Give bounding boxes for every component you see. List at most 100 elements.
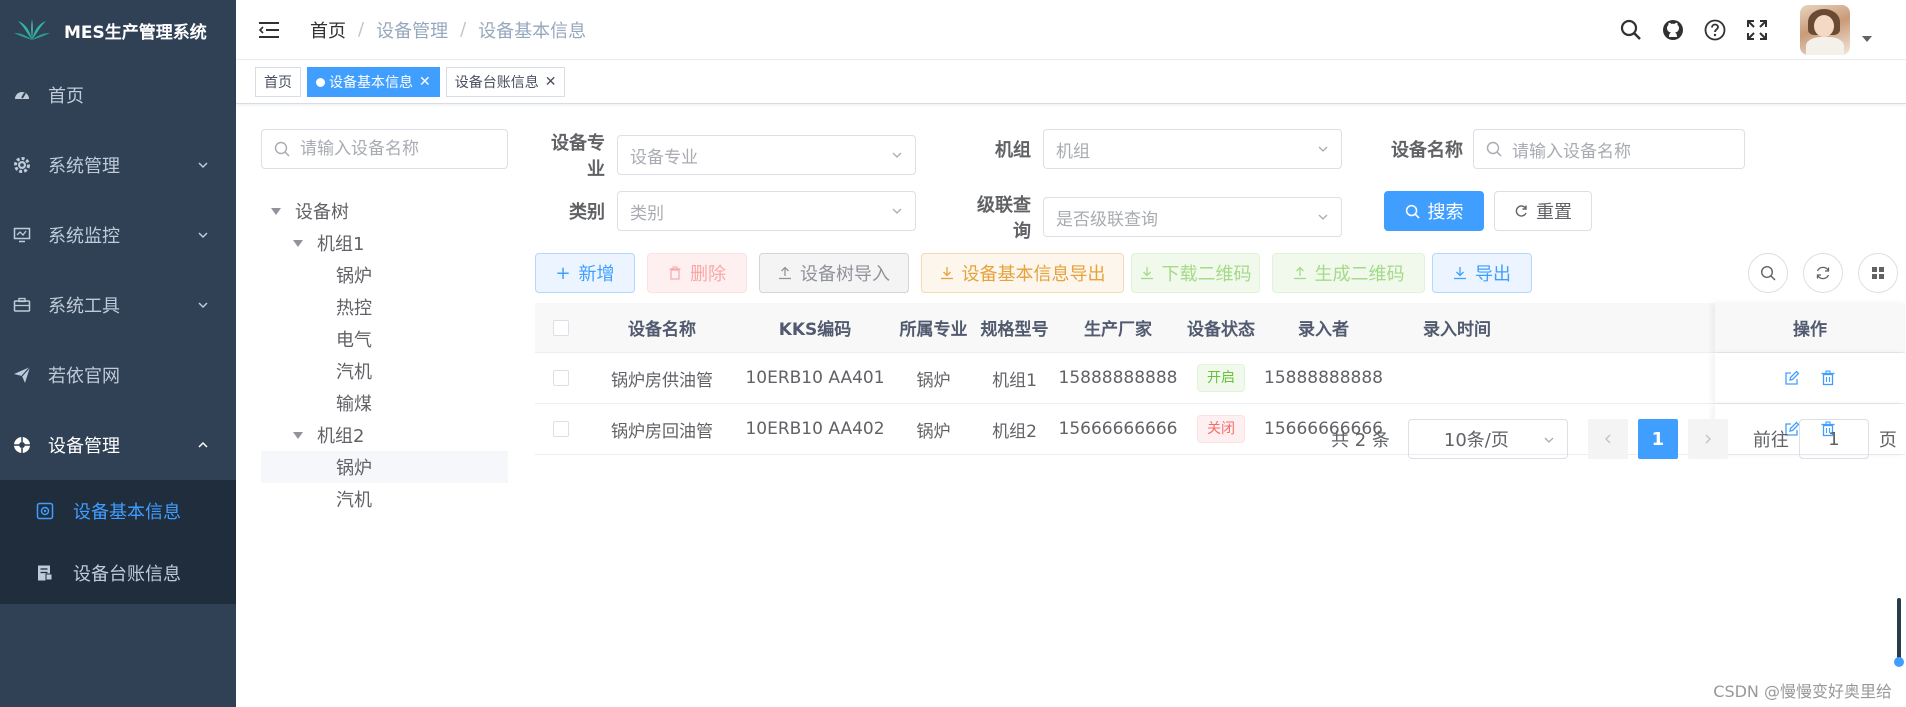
columns-button[interactable] [1858, 253, 1898, 293]
export-basic-info-button[interactable]: 设备基本信息导出 [921, 253, 1124, 293]
tree-import-button[interactable]: 设备树导入 [759, 253, 909, 293]
download-qrcode-button[interactable]: 下载二维码 [1131, 253, 1260, 293]
tag-device-ledger[interactable]: 设备台账信息 ✕ [445, 67, 566, 97]
caret-down-icon[interactable] [1862, 36, 1872, 42]
tree-node-label: 输煤 [336, 394, 372, 415]
goto-page-input[interactable]: 1 [1798, 419, 1869, 459]
delete-button[interactable]: 删除 [647, 253, 747, 293]
chevron-down-icon [1544, 437, 1554, 443]
specialty-label: 设备专业 [551, 133, 605, 180]
right-menu [1618, 0, 1906, 60]
specialty-select[interactable]: 设备专业 [617, 135, 916, 175]
tree-node-leaf[interactable]: 汽机 [261, 483, 508, 515]
toolbox-icon [12, 295, 32, 315]
table-row[interactable]: 锅炉房供油管 10ERB10 AA401 锅炉 机组1 15888888888 … [535, 353, 1905, 404]
cell-model: 机组1 [992, 370, 1037, 391]
fullscreen-icon[interactable] [1744, 17, 1770, 43]
expand-caret-icon[interactable] [293, 431, 303, 439]
cell-kks: 10ERB10 AA401 [745, 368, 885, 388]
sidebar-item-equipment[interactable]: 设备管理 [0, 410, 236, 480]
tree-node-leaf[interactable]: 热控 [261, 291, 508, 323]
tree-node-leaf[interactable]: 电气 [261, 323, 508, 355]
chevron-down-icon [892, 208, 902, 214]
scrollbar-thumb[interactable] [1892, 598, 1906, 668]
sidebar-item-home[interactable]: 首页 [0, 60, 236, 130]
github-icon[interactable] [1660, 17, 1686, 43]
page-size-select[interactable]: 10条/页 [1407, 419, 1568, 459]
breadcrumb-separator: / [358, 19, 365, 40]
filter-actions: 搜索 重置 [1384, 191, 1592, 231]
tree-node-leaf-selected[interactable]: 锅炉 [261, 451, 508, 483]
unit-select[interactable]: 机组 [1043, 129, 1342, 169]
search-icon [1405, 204, 1420, 219]
row-checkbox[interactable] [553, 421, 569, 437]
refresh-button[interactable] [1803, 253, 1843, 293]
row-select-cell [535, 370, 587, 386]
gear-icon [12, 155, 32, 175]
sidebar-item-device-basic-info[interactable]: 设备基本信息 [0, 480, 236, 542]
next-page-button[interactable] [1687, 419, 1728, 459]
tree-node-root[interactable]: 设备树 [261, 195, 508, 227]
cascade-select[interactable]: 是否级联查询 [1043, 197, 1342, 237]
col-header: 规格型号 [980, 320, 1049, 340]
sidebar-item-system-monitor[interactable]: 系统监控 [0, 200, 236, 270]
tree-node-group2[interactable]: 机组2 [261, 419, 508, 451]
tree-node-label: 热控 [336, 298, 372, 319]
monitor-icon [12, 225, 32, 245]
close-icon[interactable]: ✕ [419, 74, 431, 90]
logo[interactable]: MES生产管理系统 [0, 0, 236, 60]
prev-page-button[interactable] [1587, 419, 1628, 459]
equipment-submenu: 设备基本信息 设备台账信息 [0, 480, 236, 604]
filter-category: 类别 类别 [535, 191, 916, 231]
sidebar: MES生产管理系统 首页 系统管理 系统监控 系统工具 若依官网 设备管理 设备… [0, 0, 236, 707]
breadcrumb: 首页 / 设备管理 / 设备基本信息 [310, 17, 586, 43]
sidebar-item-device-ledger[interactable]: 设备台账信息 [0, 542, 236, 604]
hamburger-icon[interactable] [258, 19, 280, 41]
tag-device-basic-info[interactable]: 设备基本信息 ✕ [307, 67, 440, 97]
name-input[interactable]: 请输入设备名称 [1473, 129, 1745, 169]
tree-node-leaf[interactable]: 汽机 [261, 355, 508, 387]
tree-search-input-wrapper[interactable] [261, 129, 508, 169]
filter-unit: 机组 机组 [961, 129, 1342, 169]
tree-node-label: 汽机 [336, 490, 372, 511]
search-button[interactable]: 搜索 [1384, 191, 1484, 231]
sidebar-item-ruoyi-site[interactable]: 若依官网 [0, 340, 236, 410]
reset-button[interactable]: 重置 [1494, 191, 1592, 231]
col-header: 设备名称 [628, 320, 696, 340]
category-label: 类别 [569, 202, 605, 223]
col-header: 生产厂家 [1084, 320, 1152, 340]
tree-search-input[interactable] [300, 139, 500, 159]
sidebar-item-system-tools[interactable]: 系统工具 [0, 270, 236, 340]
tree-node-leaf[interactable]: 锅炉 [261, 259, 508, 291]
select-all-checkbox[interactable] [553, 319, 569, 336]
unit-placeholder: 机组 [1056, 141, 1090, 162]
logo-icon [14, 19, 50, 40]
generate-qrcode-button[interactable]: 生成二维码 [1272, 253, 1425, 293]
close-icon[interactable]: ✕ [545, 74, 557, 90]
search-icon[interactable] [1618, 17, 1644, 43]
upload-icon [778, 266, 792, 280]
add-button[interactable]: + 新增 [535, 253, 635, 293]
avatar[interactable] [1800, 5, 1850, 55]
breadcrumb-home[interactable]: 首页 [310, 17, 346, 43]
page-number-current[interactable]: 1 [1637, 419, 1678, 459]
sidebar-item-label: 若依官网 [48, 366, 120, 387]
sidebar-item-system-manage[interactable]: 系统管理 [0, 130, 236, 200]
tree-node-leaf[interactable]: 输煤 [261, 387, 508, 419]
export-button[interactable]: 导出 [1432, 253, 1532, 293]
cascade-label: 级联查询 [977, 195, 1031, 242]
toggle-search-button[interactable] [1748, 253, 1788, 293]
cell-specialty: 锅炉 [916, 421, 951, 442]
row-checkbox[interactable] [553, 370, 569, 386]
breadcrumb-section: 设备管理 [376, 20, 449, 42]
delete-icon[interactable] [1820, 370, 1836, 386]
expand-caret-icon[interactable] [293, 239, 303, 247]
edit-icon[interactable] [1784, 370, 1800, 386]
expand-caret-icon[interactable] [271, 207, 281, 215]
tree-node-group1[interactable]: 机组1 [261, 227, 508, 259]
sidebar-item-label: 系统工具 [48, 296, 120, 317]
tag-home[interactable]: 首页 [255, 67, 301, 97]
chevron-up-icon [198, 441, 208, 448]
category-select[interactable]: 类别 [617, 191, 916, 231]
help-icon[interactable] [1702, 17, 1728, 43]
